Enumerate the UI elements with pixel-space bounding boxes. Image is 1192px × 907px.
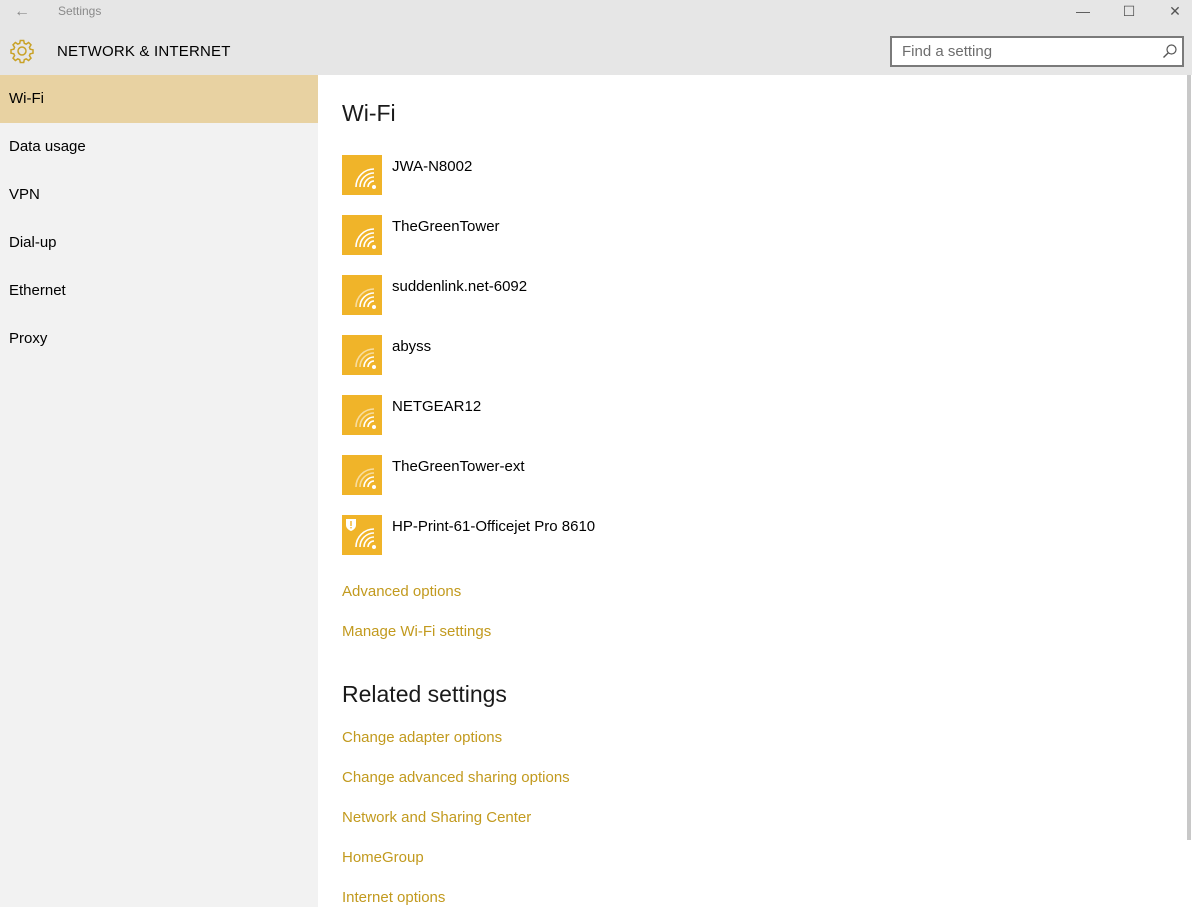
network-item[interactable]: TheGreenTower xyxy=(342,215,742,275)
title-bar: ← Settings — ☐ ✕ xyxy=(0,0,1192,24)
sidebar-item-ethernet[interactable]: Ethernet xyxy=(0,267,318,315)
wifi-icon xyxy=(342,335,382,375)
scrollbar[interactable] xyxy=(1186,75,1192,907)
page-title: NETWORK & INTERNET xyxy=(57,43,231,60)
advanced-options-link[interactable]: Advanced options xyxy=(342,583,461,600)
sidebar-item-wifi[interactable]: Wi-Fi xyxy=(0,75,318,123)
network-list: JWA-N8002 TheGreenTower suddenlink.net-6… xyxy=(342,155,742,575)
sidebar-item-proxy[interactable]: Proxy xyxy=(0,315,318,363)
gear-icon xyxy=(10,39,34,64)
maximize-button[interactable]: ☐ xyxy=(1106,0,1152,24)
network-name: JWA-N8002 xyxy=(392,158,473,175)
manage-wifi-settings-link[interactable]: Manage Wi-Fi settings xyxy=(342,623,491,640)
network-item[interactable]: suddenlink.net-6092 xyxy=(342,275,742,335)
wifi-icon xyxy=(342,395,382,435)
network-item[interactable]: TheGreenTower-ext xyxy=(342,455,742,515)
network-name: abyss xyxy=(392,338,432,355)
wifi-icon xyxy=(342,155,382,195)
wifi-warning-icon xyxy=(342,515,382,555)
minimize-button[interactable]: — xyxy=(1060,0,1106,24)
related-settings-title: Related settings xyxy=(342,681,507,707)
network-name: HP-Print-61-Officejet Pro 8610 xyxy=(392,518,596,535)
main-content: Wi-Fi JWA-N8002 TheGreenTower suddenlink… xyxy=(318,75,1186,907)
network-item[interactable]: JWA-N8002 xyxy=(342,155,742,215)
app-title: Settings xyxy=(58,4,102,18)
network-item[interactable]: abyss xyxy=(342,335,742,395)
change-adapter-options-link[interactable]: Change adapter options xyxy=(342,729,502,746)
network-item[interactable]: NETGEAR12 xyxy=(342,395,742,455)
internet-options-link[interactable]: Internet options xyxy=(342,889,445,906)
network-sharing-center-link[interactable]: Network and Sharing Center xyxy=(342,809,531,826)
network-name: NETGEAR12 xyxy=(392,398,482,415)
network-name: TheGreenTower-ext xyxy=(392,458,525,475)
sidebar-item-vpn[interactable]: VPN xyxy=(0,171,318,219)
network-name: TheGreenTower xyxy=(392,218,500,235)
wifi-icon xyxy=(342,215,382,255)
sidebar: Wi-Fi Data usage VPN Dial-up Ethernet Pr… xyxy=(0,75,318,907)
page-header: NETWORK & INTERNET xyxy=(0,24,1192,75)
sidebar-item-data-usage[interactable]: Data usage xyxy=(0,123,318,171)
search-icon[interactable] xyxy=(1162,43,1178,59)
network-name: suddenlink.net-6092 xyxy=(392,278,528,295)
network-item[interactable]: HP-Print-61-Officejet Pro 8610 xyxy=(342,515,742,575)
scroll-thumb[interactable] xyxy=(1187,75,1191,840)
change-advanced-sharing-link[interactable]: Change advanced sharing options xyxy=(342,769,570,786)
homegroup-link[interactable]: HomeGroup xyxy=(342,849,424,866)
sidebar-item-dial-up[interactable]: Dial-up xyxy=(0,219,318,267)
wifi-icon xyxy=(342,275,382,315)
back-arrow-icon[interactable]: ← xyxy=(10,2,34,22)
close-button[interactable]: ✕ xyxy=(1152,0,1192,24)
wifi-section-title: Wi-Fi xyxy=(342,100,396,126)
search-input[interactable] xyxy=(892,38,1142,65)
search-box[interactable] xyxy=(890,36,1184,67)
wifi-icon xyxy=(342,455,382,495)
